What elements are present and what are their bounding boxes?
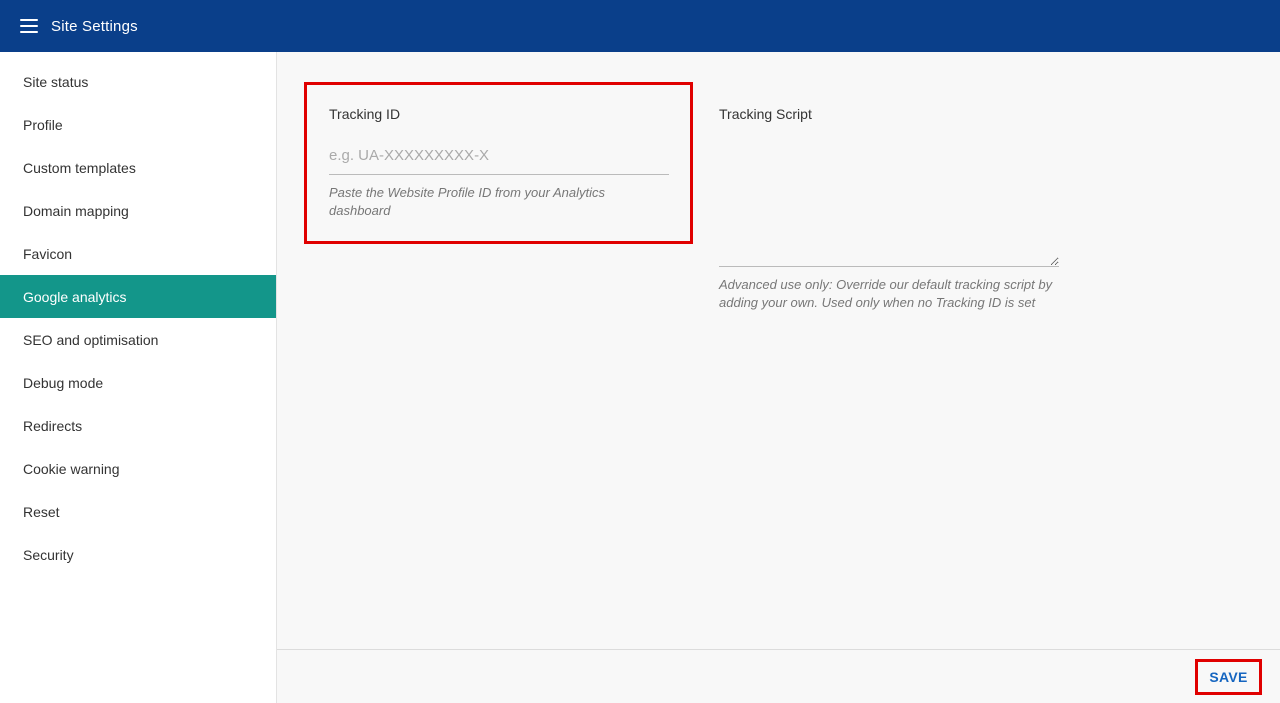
top-app-bar: Site Settings	[0, 0, 1280, 52]
settings-footer: SAVE	[277, 649, 1280, 703]
sidebar-item-security[interactable]: Security	[0, 533, 276, 576]
settings-content: Tracking ID Paste the Website Profile ID…	[277, 52, 1280, 649]
sidebar-item-site-status[interactable]: Site status	[0, 60, 276, 103]
tracking-script-field-group: Tracking Script Advanced use only: Overr…	[719, 103, 1059, 333]
app-title: Site Settings	[51, 17, 138, 35]
tracking-id-field-group: Tracking ID Paste the Website Profile ID…	[304, 82, 693, 244]
sidebar-item-favicon[interactable]: Favicon	[0, 232, 276, 275]
sidebar-item-reset[interactable]: Reset	[0, 490, 276, 533]
save-button[interactable]: SAVE	[1195, 659, 1262, 695]
sidebar-item-google-analytics[interactable]: Google analytics	[0, 275, 276, 318]
sidebar-item-redirects[interactable]: Redirects	[0, 404, 276, 447]
tracking-script-label: Tracking Script	[719, 106, 812, 122]
sidebar-item-cookie-warning[interactable]: Cookie warning	[0, 447, 276, 490]
settings-sidebar: Site status Profile Custom templates Dom…	[0, 52, 277, 703]
tracking-id-label: Tracking ID	[329, 106, 401, 122]
tracking-script-help-text: Advanced use only: Override our default …	[719, 277, 1053, 310]
sidebar-item-debug-mode[interactable]: Debug mode	[0, 361, 276, 404]
sidebar-item-profile[interactable]: Profile	[0, 103, 276, 146]
tracking-script-textarea[interactable]	[719, 133, 1059, 267]
sidebar-item-custom-templates[interactable]: Custom templates	[0, 146, 276, 189]
hamburger-menu-icon[interactable]	[20, 19, 38, 33]
sidebar-item-domain-mapping[interactable]: Domain mapping	[0, 189, 276, 232]
tracking-id-input[interactable]	[329, 137, 669, 175]
tracking-id-help-text: Paste the Website Profile ID from your A…	[329, 185, 605, 218]
sidebar-item-seo-and-optimisation[interactable]: SEO and optimisation	[0, 318, 276, 361]
